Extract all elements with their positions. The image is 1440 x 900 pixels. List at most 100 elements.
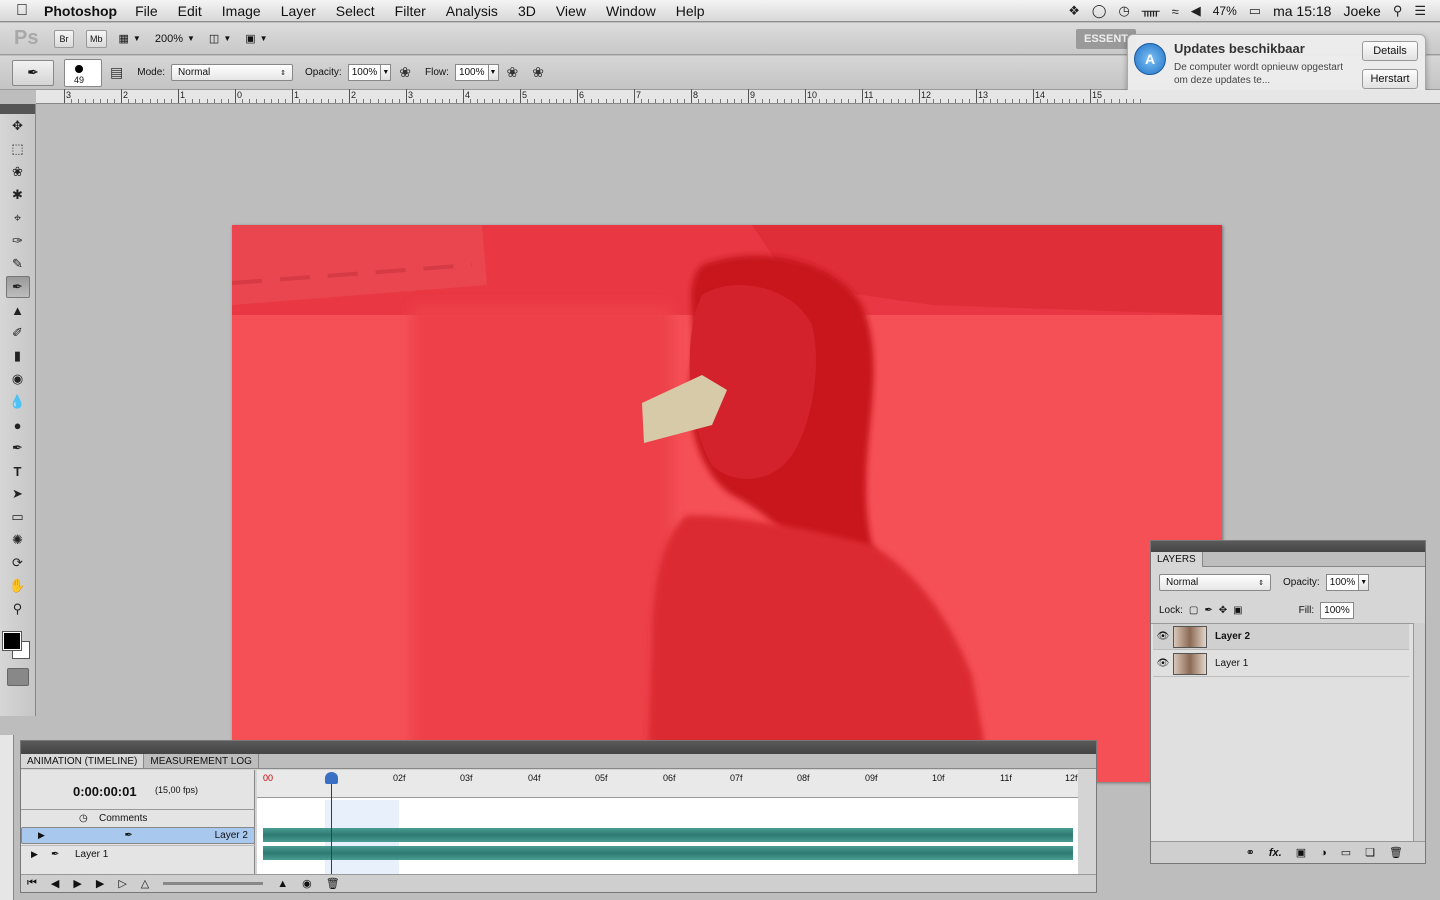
- mode-select[interactable]: Normal ⇕: [171, 64, 294, 81]
- play-icon[interactable]: ▶: [73, 877, 81, 890]
- menu-filter[interactable]: Filter: [395, 3, 426, 19]
- lock-all-icon[interactable]: ▣: [1233, 605, 1242, 616]
- layer-name[interactable]: Layer 1: [1215, 658, 1248, 669]
- move-tool-icon[interactable]: ✥: [6, 115, 30, 137]
- rectangle-tool-icon[interactable]: ▭: [6, 506, 30, 528]
- audio-icon[interactable]: ▷: [118, 877, 126, 890]
- layer-name[interactable]: Layer 2: [1215, 631, 1250, 642]
- blur-tool-icon[interactable]: 💧: [6, 391, 30, 413]
- menu-analysis[interactable]: Analysis: [446, 3, 498, 19]
- first-frame-icon[interactable]: ⏮: [27, 877, 37, 890]
- previous-frame-icon[interactable]: ◀: [51, 877, 59, 890]
- menu-file[interactable]: File: [135, 3, 158, 19]
- current-time-indicator[interactable]: [325, 772, 338, 784]
- layer-style-button[interactable]: fx.: [1269, 847, 1282, 859]
- panel-titlebar[interactable]: [21, 741, 1096, 754]
- airbrush-icon[interactable]: ❀: [507, 64, 519, 81]
- app-menu[interactable]: Photoshop: [44, 3, 117, 19]
- battery-percent[interactable]: 47%: [1213, 4, 1237, 18]
- timeline-layer-row[interactable]: ▶ ✒ Layer 2: [21, 827, 255, 844]
- layer-row[interactable]: 👁 Layer 1: [1153, 651, 1409, 677]
- visibility-eye-icon[interactable]: 👁: [1153, 631, 1173, 642]
- menu-image[interactable]: Image: [222, 3, 261, 19]
- user-menu[interactable]: Joeke: [1343, 3, 1380, 19]
- launch-bridge-button[interactable]: Br: [54, 29, 74, 48]
- lock-position-icon[interactable]: ✥: [1219, 605, 1227, 616]
- menu-layer[interactable]: Layer: [281, 3, 316, 19]
- lock-transparency-icon[interactable]: ▢: [1189, 605, 1198, 616]
- crop-tool-icon[interactable]: ⌖: [6, 207, 30, 229]
- 3d-rotate-tool-icon[interactable]: ✺: [6, 529, 30, 551]
- new-group-icon[interactable]: ▭: [1341, 846, 1351, 859]
- delete-keyframe-icon[interactable]: 🗑: [326, 877, 340, 890]
- restart-button[interactable]: Herstart: [1362, 69, 1418, 89]
- visibility-eye-icon[interactable]: 👁: [1153, 658, 1173, 669]
- pressure-opacity-icon[interactable]: ❀: [399, 64, 411, 81]
- details-button[interactable]: Details: [1362, 41, 1418, 61]
- quick-selection-tool-icon[interactable]: ✱: [6, 184, 30, 206]
- toggle-brush-panel-icon[interactable]: ▤: [110, 64, 123, 81]
- timecode[interactable]: 0:00:00:01: [73, 784, 137, 799]
- hand-tool-icon[interactable]: ✋: [6, 575, 30, 597]
- lasso-tool-icon[interactable]: ❀: [6, 161, 30, 183]
- layer-row[interactable]: 👁 Layer 2: [1153, 624, 1409, 650]
- expand-triangle-icon[interactable]: ▶: [38, 830, 58, 841]
- tab-measurement-log[interactable]: MEASUREMENT LOG: [144, 754, 259, 768]
- foreground-color-swatch[interactable]: [2, 631, 22, 651]
- menu-3d[interactable]: 3D: [518, 3, 536, 19]
- healing-brush-tool-icon[interactable]: ✎: [6, 253, 30, 275]
- menu-select[interactable]: Select: [336, 3, 375, 19]
- creative-cloud-icon[interactable]: ◯: [1092, 3, 1107, 19]
- zoom-out-icon[interactable]: △: [141, 877, 149, 890]
- panel-grip[interactable]: [0, 104, 35, 114]
- zoom-slider[interactable]: [163, 882, 264, 885]
- pressure-size-icon[interactable]: ❀: [532, 64, 544, 81]
- zoom-in-icon[interactable]: ▲: [277, 878, 288, 890]
- arrange-documents-dropdown[interactable]: ◫ ▼: [209, 32, 231, 45]
- apple-menu-icon[interactable]: : [0, 2, 44, 20]
- comments-row[interactable]: ◷ Comments: [21, 809, 255, 826]
- menu-view[interactable]: View: [556, 3, 586, 19]
- volume-icon[interactable]: ◀: [1191, 3, 1201, 19]
- adjustment-layer-icon[interactable]: ◑: [1320, 847, 1327, 859]
- layers-scrollbar[interactable]: [1413, 623, 1425, 841]
- timeline-layer-row[interactable]: ▶ ✒ Layer 1: [21, 845, 255, 862]
- opacity-slider-toggle[interactable]: ▼: [381, 64, 392, 81]
- menu-help[interactable]: Help: [676, 3, 705, 19]
- paint-bucket-tool-icon[interactable]: ◉: [6, 368, 30, 390]
- wifi-icon[interactable]: ≈: [1172, 4, 1179, 19]
- eyedropper-tool-icon[interactable]: ✑: [6, 230, 30, 252]
- menu-window[interactable]: Window: [606, 3, 656, 19]
- stopwatch-icon[interactable]: ◷: [79, 813, 99, 824]
- tab-animation-timeline[interactable]: ANIMATION (TIMELINE): [21, 754, 145, 768]
- eraser-tool-icon[interactable]: ▮: [6, 345, 30, 367]
- add-mask-icon[interactable]: ▣: [1296, 846, 1306, 859]
- 3d-orbit-tool-icon[interactable]: ⟳: [6, 552, 30, 574]
- layer-1-track[interactable]: [263, 846, 1073, 860]
- layer-opacity-input[interactable]: 100%: [1325, 574, 1360, 591]
- panel-titlebar[interactable]: [1151, 541, 1425, 552]
- tab-layers[interactable]: LAYERS: [1151, 552, 1203, 567]
- launch-mini-bridge-button[interactable]: Mb: [86, 29, 107, 48]
- next-frame-icon[interactable]: ▶: [96, 877, 104, 890]
- blend-mode-select[interactable]: Normal ⇕: [1159, 574, 1271, 591]
- brush-preset-picker[interactable]: 49: [64, 58, 102, 87]
- notification-center-icon[interactable]: ☰: [1414, 3, 1426, 19]
- history-brush-tool-icon[interactable]: ✐: [6, 322, 30, 344]
- pen-tool-icon[interactable]: ✒: [6, 437, 30, 459]
- fill-input[interactable]: 100%: [1320, 602, 1354, 619]
- tool-preset-picker[interactable]: ✒: [12, 59, 54, 86]
- lock-image-icon[interactable]: ✒: [1204, 605, 1212, 616]
- new-layer-icon[interactable]: ❏: [1365, 846, 1375, 859]
- screen-mode-dropdown[interactable]: ▣ ▼: [245, 32, 267, 45]
- zoom-tool-icon[interactable]: ⚲: [6, 598, 30, 620]
- flow-slider-toggle[interactable]: ▼: [488, 64, 499, 81]
- spotlight-search-icon[interactable]: ⚲: [1393, 3, 1403, 19]
- clone-stamp-tool-icon[interactable]: ▲: [6, 299, 30, 321]
- document-canvas[interactable]: [232, 225, 1222, 782]
- flow-input[interactable]: 100%: [454, 64, 489, 81]
- dodge-tool-icon[interactable]: ●: [6, 414, 30, 436]
- dropbox-icon[interactable]: ❖: [1068, 3, 1080, 19]
- link-layers-icon[interactable]: ⚭: [1246, 846, 1255, 859]
- zoom-level-dropdown[interactable]: 200% ▼: [155, 33, 195, 45]
